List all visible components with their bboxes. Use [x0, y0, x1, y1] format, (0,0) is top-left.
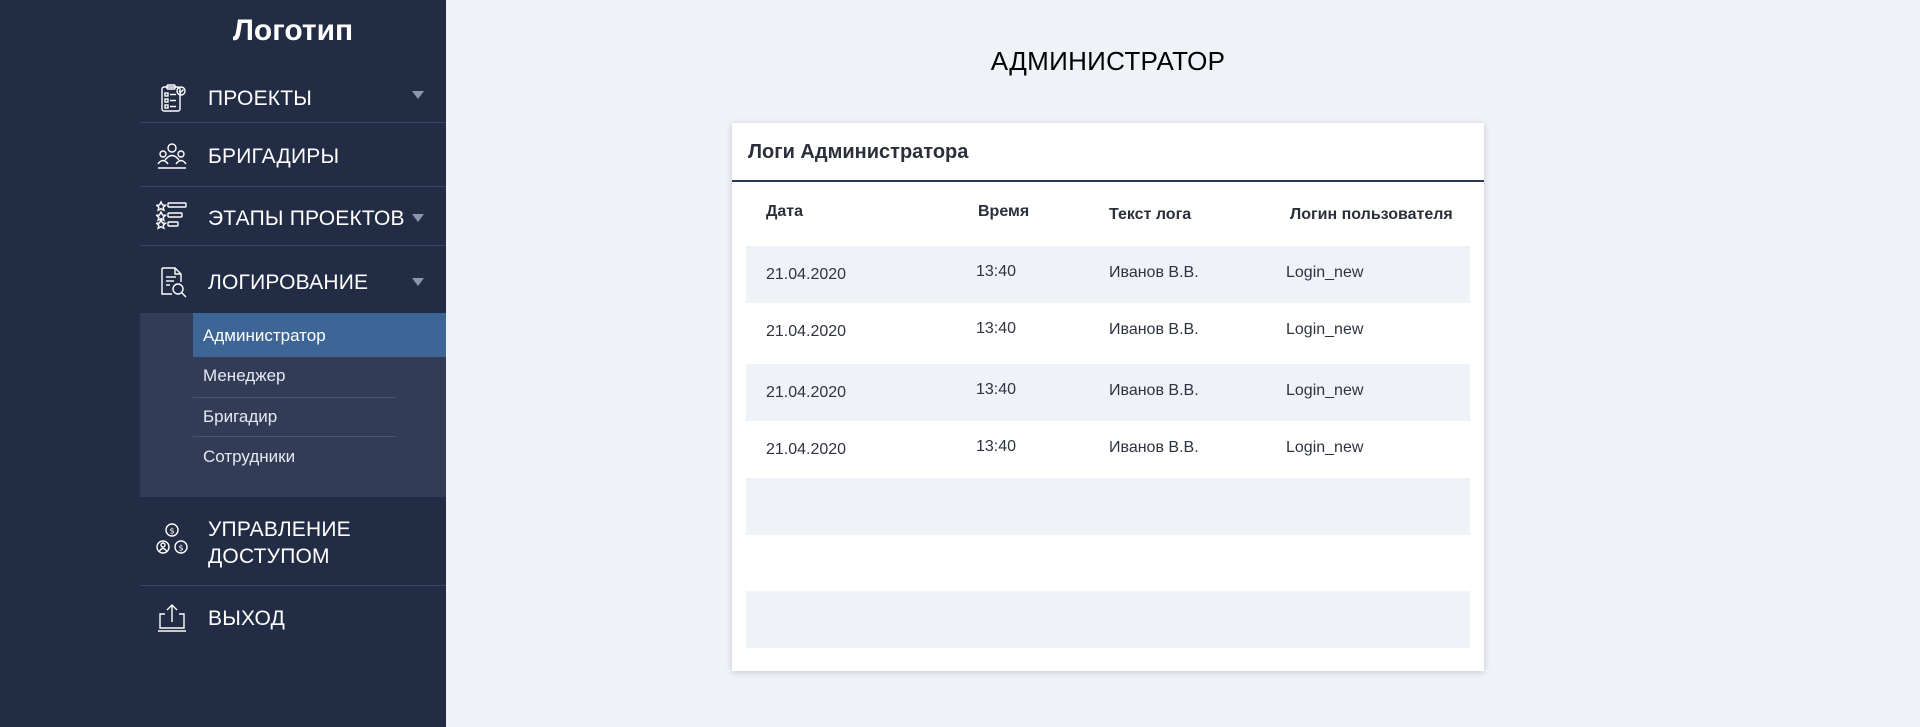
page-title: АДМИНИСТРАТОР	[990, 46, 1226, 76]
nav-label-access-management: УПРАВЛЕНИЕ ДОСТУПОМ	[208, 516, 351, 570]
table-row-empty	[746, 478, 1470, 535]
submenu-item-administrator[interactable]: Администратор	[193, 313, 446, 357]
nav-item-project-stages[interactable]: ЭТАПЫ ПРОЕКТОВ	[140, 196, 446, 244]
nav-item-logout[interactable]: ВЫХОД	[140, 596, 446, 644]
nav-item-logging[interactable]: ЛОГИРОВАНИЕ	[140, 258, 446, 308]
card-title: Логи Администратора	[748, 141, 969, 163]
nav-label-project-stages: ЭТАПЫ ПРОЕКТОВ	[208, 207, 405, 230]
table-row[interactable]: 21.04.2020 13:40 Иванов В.В. Login_new	[746, 246, 1470, 303]
logging-submenu: Администратор Менеджер Бригадир Сотрудни…	[140, 313, 446, 497]
table-row[interactable]: 21.04.2020 13:40 Иванов В.В. Login_new	[746, 303, 1470, 360]
divider	[732, 180, 1484, 182]
cell-log-text: Иванов В.В.	[1109, 321, 1199, 338]
svg-text:$: $	[179, 544, 184, 553]
cell-log-text: Иванов В.В.	[1109, 382, 1199, 399]
cell-time: 13:40	[976, 263, 1017, 280]
submenu-label: Бригадир	[203, 407, 278, 426]
stages-list-icon	[156, 198, 188, 230]
submenu-label: Сотрудники	[203, 447, 296, 466]
table-row[interactable]: 21.04.2020 13:40 Иванов В.В. Login_new	[746, 364, 1470, 421]
team-icon	[156, 140, 188, 172]
table-row-empty	[746, 535, 1470, 592]
cell-time: 13:40	[976, 381, 1017, 398]
nav-label-foremen: БРИГАДИРЫ	[208, 145, 340, 168]
access-users-icon: $ $	[156, 523, 188, 555]
nav-item-access-management[interactable]: $ $ УПРАВЛЕНИЕ ДОСТУПОМ	[140, 512, 446, 578]
column-header-user-login[interactable]: Логин пользователя	[1290, 206, 1453, 224]
submenu-item-foreman[interactable]: Бригадир	[193, 398, 446, 436]
cell-date: 21.04.2020	[766, 323, 847, 340]
cell-log-text: Иванов В.В.	[1109, 439, 1199, 456]
chevron-down-icon[interactable]	[412, 91, 424, 99]
nav-label-line1: УПРАВЛЕНИЕ	[208, 518, 351, 541]
chevron-down-icon[interactable]	[412, 214, 424, 222]
nav-label-logging: ЛОГИРОВАНИЕ	[208, 271, 369, 294]
divider	[140, 245, 446, 246]
logo[interactable]: Логотип	[140, 14, 446, 48]
cell-user-login: Login_new	[1286, 321, 1364, 338]
divider	[140, 585, 446, 586]
column-header-log-text[interactable]: Текст лога	[1109, 206, 1191, 224]
cell-time: 13:40	[976, 438, 1017, 455]
cell-user-login: Login_new	[1286, 382, 1364, 399]
nav-item-projects[interactable]: ПРОЕКТЫ	[140, 78, 446, 122]
cell-user-login: Login_new	[1286, 439, 1364, 456]
cell-date: 21.04.2020	[766, 266, 847, 283]
cell-user-login: Login_new	[1286, 264, 1364, 281]
chevron-down-icon[interactable]	[412, 278, 424, 286]
cell-date: 21.04.2020	[766, 384, 847, 401]
sidebar: Логотип ПРОЕКТЫ БРИГАДИРЫ ЭТАПЫ ПРОЕКТОВ…	[0, 0, 446, 727]
svg-text:$: $	[170, 527, 175, 536]
nav-label-logout: ВЫХОД	[208, 607, 286, 630]
divider	[140, 186, 446, 187]
submenu-item-manager[interactable]: Менеджер	[193, 357, 446, 396]
table-row-empty	[746, 591, 1470, 648]
divider	[140, 122, 446, 123]
clipboard-icon	[156, 82, 188, 114]
submenu-label: Администратор	[203, 326, 326, 345]
column-header-time[interactable]: Время	[978, 203, 1029, 221]
cell-time: 13:40	[976, 320, 1017, 337]
column-header-date[interactable]: Дата	[766, 203, 803, 221]
submenu-label: Менеджер	[203, 366, 286, 385]
nav-label-projects: ПРОЕКТЫ	[208, 87, 313, 110]
cell-log-text: Иванов В.В.	[1109, 264, 1199, 281]
logs-card: Логи Администратора Дата Время Текст лог…	[732, 123, 1484, 671]
nav-label-line2: ДОСТУПОМ	[208, 545, 330, 568]
nav-item-foremen[interactable]: БРИГАДИРЫ	[140, 134, 446, 182]
submenu-item-employees[interactable]: Сотрудники	[193, 437, 446, 477]
document-search-icon	[156, 266, 188, 298]
table-row[interactable]: 21.04.2020 13:40 Иванов В.В. Login_new	[746, 421, 1470, 478]
logout-icon	[156, 602, 188, 634]
cell-date: 21.04.2020	[766, 441, 847, 458]
